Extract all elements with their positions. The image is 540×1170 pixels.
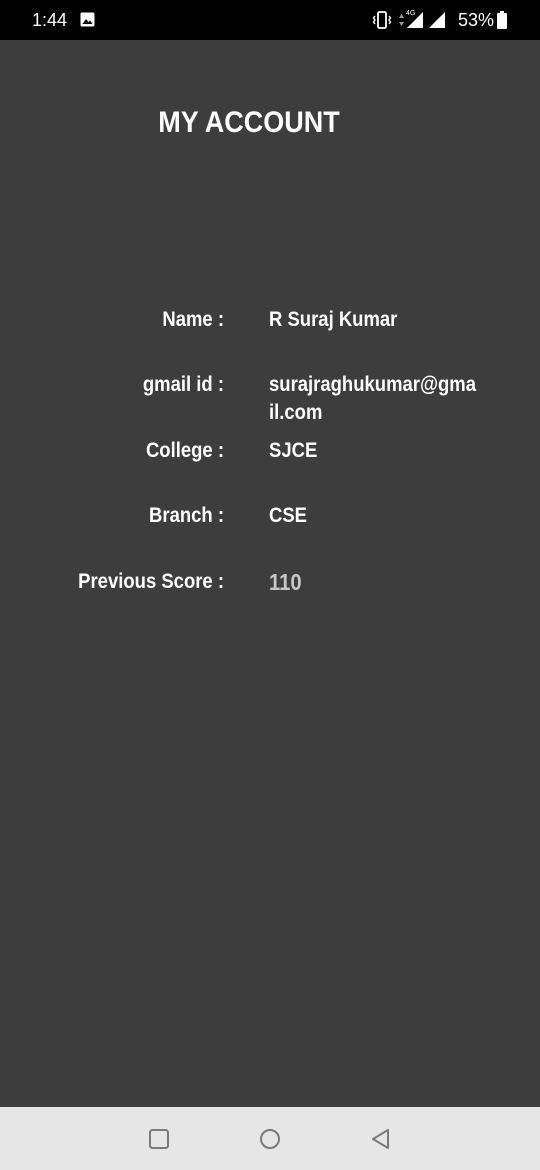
college-label: College : [145,439,224,462]
recents-icon[interactable] [147,1127,171,1151]
branch-value: CSE [269,504,308,527]
branch-label: Branch : [149,504,224,527]
gmail-value: surajraghukumar@gmail.com [269,373,476,424]
home-icon[interactable] [258,1127,282,1151]
name-value: R Suraj Kumar [269,308,398,331]
previous-score-label: Previous Score : [78,570,225,593]
back-icon[interactable] [369,1127,393,1151]
battery-icon [497,11,507,29]
name-label: Name : [162,308,224,331]
previous-score-value: 110 [269,569,302,595]
gmail-label: gmail id : [142,373,224,396]
battery-percent: 53% [458,10,495,30]
navigation-bar [0,1107,540,1170]
signal-icon [429,12,445,28]
status-time: 1:44 [32,10,68,30]
college-value: SJCE [269,439,318,462]
data-arrows-icon [399,14,404,26]
status-bar: 1:44 4G 53% [0,0,540,40]
signal-icon [407,12,423,28]
page-title: MY ACCOUNT [158,106,340,139]
vibrate-icon [372,11,392,29]
image-icon [80,12,95,27]
